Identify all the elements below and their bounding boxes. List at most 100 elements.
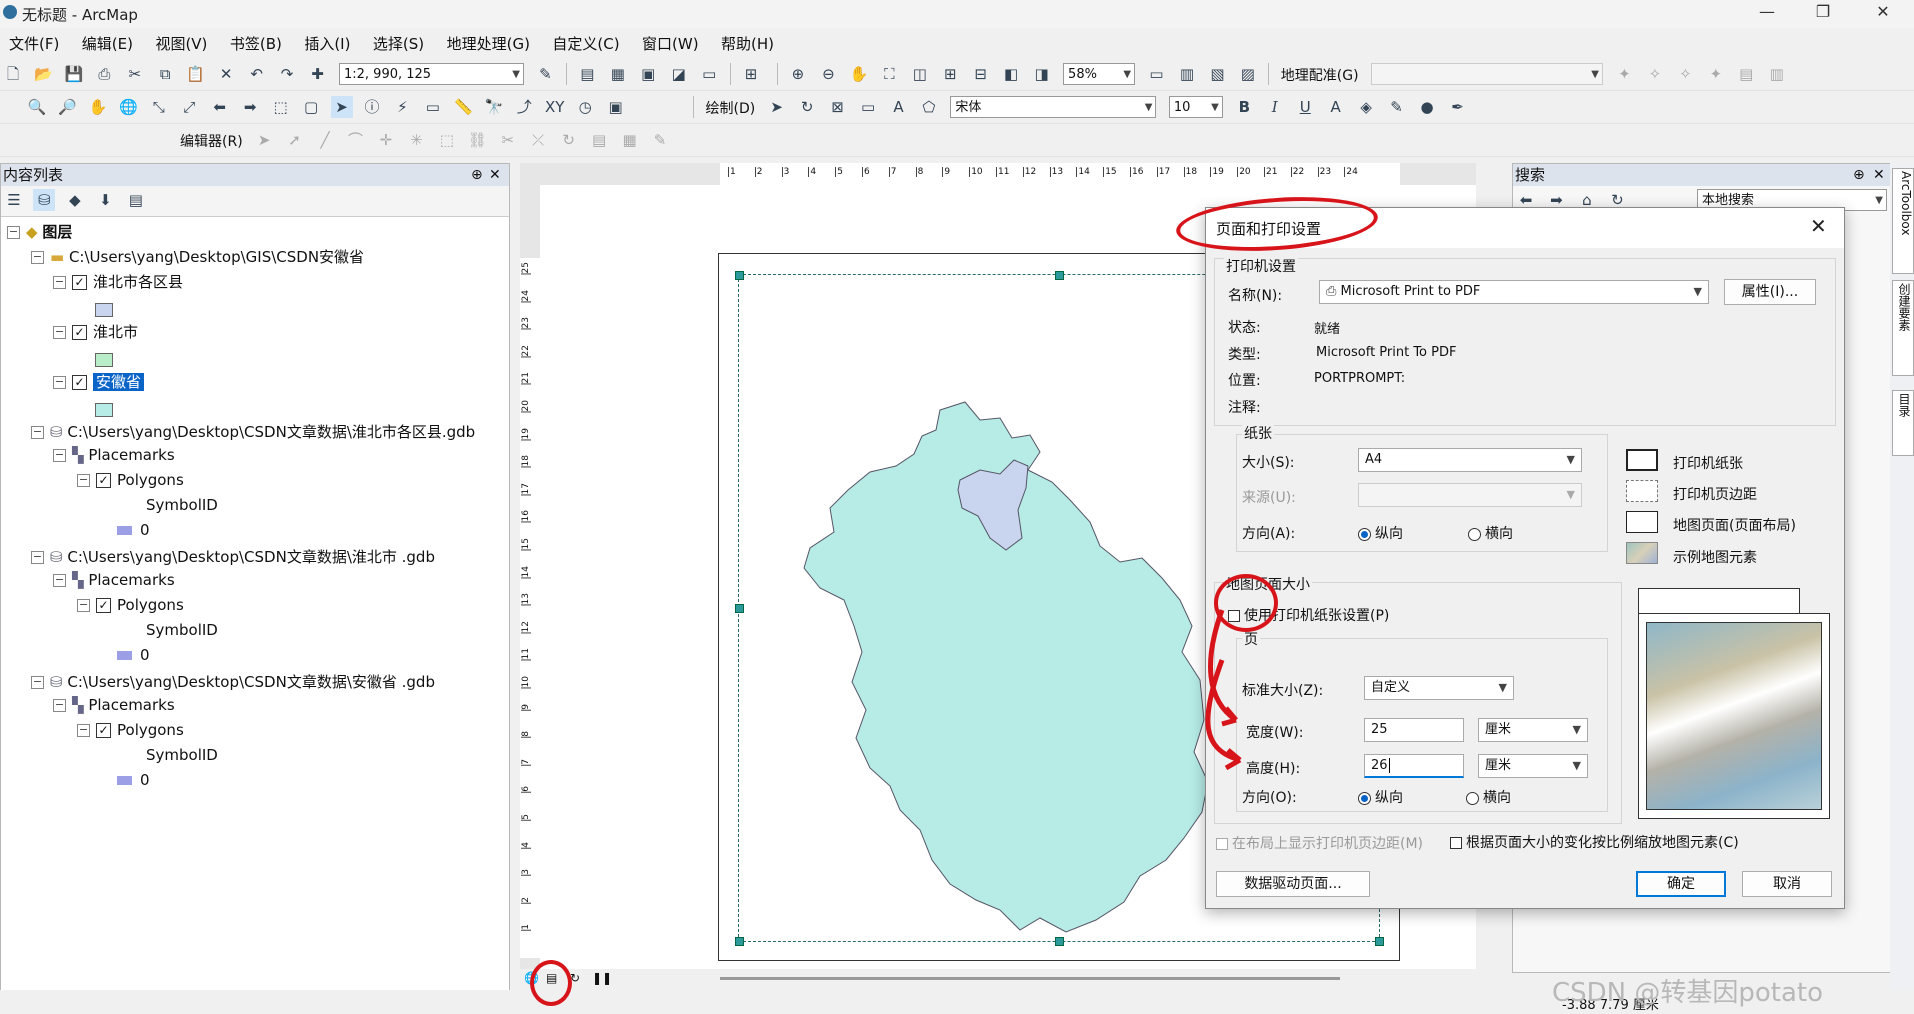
- tree-layer-anhui[interactable]: − ✓ 安徽省: [53, 371, 145, 392]
- focus-frame-icon[interactable]: ▥: [1176, 63, 1198, 85]
- catalog-tab[interactable]: 目录: [1892, 390, 1914, 456]
- create-viewer-icon[interactable]: ▣: [605, 96, 627, 118]
- data-driven-pages-icon[interactable]: ▨: [1237, 63, 1259, 85]
- print-icon[interactable]: ⎙: [93, 63, 115, 85]
- tree-gdb-anhui[interactable]: − ⛁ C:\Users\yang\Desktop\CSDN文章数据\安徽省 .g…: [31, 671, 435, 692]
- attributes-icon[interactable]: ▤: [588, 129, 610, 151]
- drawing-menu[interactable]: 绘制(D): [706, 98, 756, 118]
- cut-polygons-icon[interactable]: ✂: [497, 129, 519, 151]
- huaibei-districts-swatch[interactable]: [95, 303, 113, 317]
- end-point-arc-icon[interactable]: ⌒: [344, 129, 366, 151]
- horizontal-scrollbar[interactable]: [720, 977, 1340, 980]
- search-window-icon[interactable]: ▣: [637, 63, 659, 85]
- search-close-icon[interactable]: ✕: [1873, 164, 1885, 186]
- line-color-icon[interactable]: ✎: [1386, 96, 1408, 118]
- fixed-zoom-in-icon[interactable]: ⤡: [148, 96, 170, 118]
- layout-zoom-in-icon[interactable]: ⊕: [787, 63, 809, 85]
- tree-polygons-3[interactable]: − ✓ Polygons: [77, 721, 184, 739]
- tree-layer-huaibei[interactable]: − ✓ 淮北市: [53, 321, 138, 342]
- add-data-icon[interactable]: ✚: [307, 63, 329, 85]
- tree-gdb-huaibei[interactable]: − ⛁ C:\Users\yang\Desktop\CSDN文章数据\淮北市 .g…: [31, 546, 435, 567]
- catalog-window-icon[interactable]: ▦: [607, 63, 629, 85]
- hyperlink-icon[interactable]: ⚡: [391, 96, 413, 118]
- menu-edit[interactable]: 编辑(E): [73, 30, 142, 57]
- paper-landscape-radio[interactable]: 横向: [1468, 523, 1513, 543]
- delete-icon[interactable]: ✕: [215, 63, 237, 85]
- scale-elements-checkbox[interactable]: 根据页面大小的变化按比例缩放地图元素(C): [1450, 832, 1739, 852]
- pan-icon[interactable]: ✋: [87, 96, 109, 118]
- list-by-drawing-order-icon[interactable]: ☰: [3, 189, 25, 211]
- cut-icon[interactable]: ✂: [124, 63, 146, 85]
- rectangle-icon[interactable]: ▭: [857, 96, 879, 118]
- editor-toolbar-icon[interactable]: ✎: [534, 63, 556, 85]
- font-color-icon[interactable]: A: [1325, 96, 1347, 118]
- layout-zoom-out-icon[interactable]: ⊖: [817, 63, 839, 85]
- sketch-properties-icon[interactable]: ▦: [619, 129, 641, 151]
- tree-symbol-0-2[interactable]: 0: [117, 646, 150, 664]
- fixed-zoom-in-icon[interactable]: ⊞: [939, 63, 961, 85]
- trace-icon[interactable]: ✛: [375, 129, 397, 151]
- list-by-visibility-icon[interactable]: ◆: [64, 189, 86, 211]
- anhui-swatch[interactable]: [95, 403, 113, 417]
- georef-tool-icon[interactable]: ✦: [1613, 63, 1635, 85]
- point-icon[interactable]: ✳: [405, 129, 427, 151]
- tree-placemarks-3[interactable]: − ▚ Placemarks: [53, 696, 175, 714]
- python-window-icon[interactable]: ▭: [698, 63, 720, 85]
- fixed-zoom-out-icon[interactable]: ⊟: [970, 63, 992, 85]
- layout-zoom-combo[interactable]: 58% ▼: [1063, 63, 1136, 85]
- maximize-button[interactable]: ❐: [1808, 2, 1838, 21]
- georef-layer-combo[interactable]: ▼: [1371, 63, 1603, 85]
- menu-windows[interactable]: 窗口(W): [633, 30, 708, 57]
- georef-shift-icon[interactable]: ✧: [1674, 63, 1696, 85]
- georef-link-table-icon[interactable]: ▤: [1735, 63, 1757, 85]
- printer-name-select[interactable]: ⎙ Microsoft Print to PDF ▼: [1319, 280, 1709, 304]
- menu-selection[interactable]: 选择(S): [364, 30, 433, 57]
- search-pin-icon[interactable]: ⊕: [1853, 164, 1865, 186]
- arctoolbox-tab[interactable]: ArcToolbox: [1892, 168, 1914, 274]
- zoom-whole-page-icon[interactable]: ⛶: [878, 63, 900, 85]
- html-popup-icon[interactable]: ▭: [422, 96, 444, 118]
- list-by-selection-icon[interactable]: ⬇: [94, 189, 116, 211]
- tree-polygons-2[interactable]: − ✓ Polygons: [77, 596, 184, 614]
- data-driven-pages-button[interactable]: 数据驱动页面...: [1216, 871, 1370, 897]
- pen-icon[interactable]: ✒: [1446, 96, 1468, 118]
- pause-icon[interactable]: ❚❚: [592, 971, 612, 985]
- go-forward-extent-icon[interactable]: ◨: [1031, 63, 1053, 85]
- show-margins-checkbox[interactable]: 在布局上显示打印机页边距(M): [1216, 833, 1423, 853]
- georef-rotate-icon[interactable]: ✧: [1644, 63, 1666, 85]
- tree-placemarks-1[interactable]: − ▚ Placemarks: [53, 446, 175, 464]
- back-arrow-icon[interactable]: ⬅: [209, 96, 231, 118]
- go-back-extent-icon[interactable]: ◧: [1000, 63, 1022, 85]
- georeferencing-menu[interactable]: 地理配准(G): [1281, 65, 1359, 85]
- select-elements-icon[interactable]: ➤: [330, 96, 353, 118]
- table-window-icon[interactable]: ▤: [576, 63, 598, 85]
- measure-icon[interactable]: 📏: [452, 96, 474, 118]
- time-slider-icon[interactable]: ◷: [574, 96, 596, 118]
- height-input[interactable]: 26: [1364, 754, 1464, 778]
- zoom-100-icon[interactable]: ◫: [909, 63, 931, 85]
- reshape-icon[interactable]: ⛓: [466, 129, 488, 151]
- copy-icon[interactable]: ⧉: [154, 63, 176, 85]
- georef-viewer-icon[interactable]: ▥: [1766, 63, 1788, 85]
- close-window-button[interactable]: ✕: [1868, 2, 1898, 21]
- marker-color-icon[interactable]: ●: [1416, 96, 1438, 118]
- paste-icon[interactable]: 📋: [185, 63, 207, 85]
- minimize-button[interactable]: —: [1752, 2, 1782, 21]
- find-route-icon[interactable]: ⤴: [513, 96, 535, 118]
- tree-placemarks-2[interactable]: − ▚ Placemarks: [53, 571, 175, 589]
- text-tool-icon[interactable]: A: [888, 96, 910, 118]
- standard-size-select[interactable]: 自定义 ▼: [1364, 676, 1514, 700]
- tree-folder-1[interactable]: − ▬ C:\Users\yang\Desktop\GIS\CSDN安徽省: [31, 246, 364, 267]
- width-input[interactable]: 25: [1364, 718, 1464, 742]
- layout-pan-icon[interactable]: ✋: [848, 63, 870, 85]
- map-scale-combo[interactable]: 1:2, 990, 125 ▼: [338, 63, 524, 85]
- bold-button[interactable]: B: [1233, 96, 1255, 118]
- ok-button[interactable]: 确定: [1636, 871, 1726, 897]
- clear-selection-icon[interactable]: ▢: [300, 96, 322, 118]
- rotate-icon[interactable]: ↻: [796, 96, 818, 118]
- options-icon[interactable]: ▤: [125, 189, 147, 211]
- font-combo[interactable]: 宋体 ▼: [950, 96, 1157, 118]
- page-landscape-radio[interactable]: 横向: [1466, 787, 1511, 807]
- tree-gdb-districts[interactable]: − ⛁ C:\Users\yang\Desktop\CSDN文章数据\淮北市各区县…: [31, 421, 475, 442]
- huaibei-swatch[interactable]: [95, 353, 113, 367]
